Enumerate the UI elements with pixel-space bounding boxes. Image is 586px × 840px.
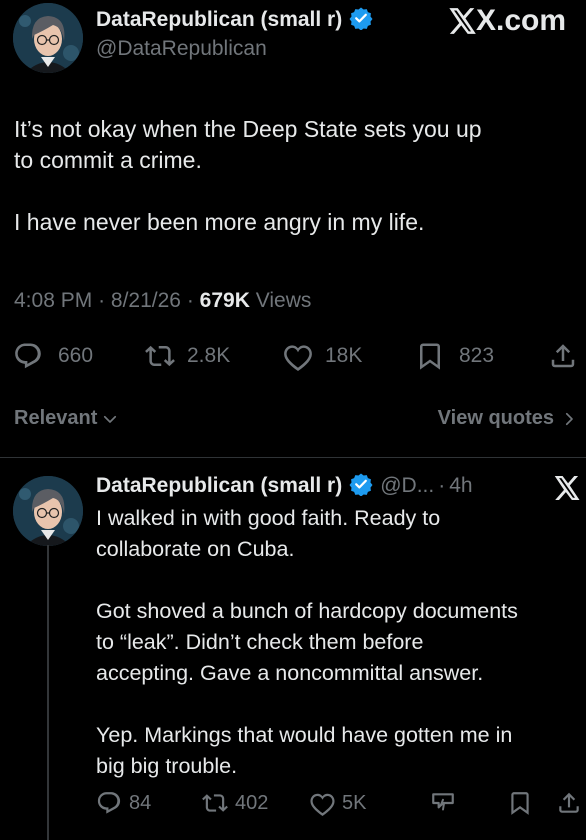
tweet-date[interactable]: 8/21/26 [111,289,181,312]
author-handle-line: @DataRepublican [96,36,267,62]
reply-count: 660 [58,344,94,367]
share-icon [551,344,575,368]
bookmark-icon [420,343,440,370]
tweet-text: It’s not okay when the Deep State sets y… [14,116,482,235]
bookmark-button[interactable]: 823 [415,341,494,371]
verified-badge-icon [349,6,373,35]
like-count: 18K [325,344,363,367]
reply-x-logo-icon [554,476,581,505]
x-com-label: X.com [475,4,566,37]
meta-separator: · [186,289,194,312]
grok-icon [432,793,454,811]
reply-repost-button[interactable]: 402 [202,789,268,817]
section-divider [0,457,586,458]
reply-display-name[interactable]: DataRepublican (small r) [96,474,342,498]
view-quotes-link[interactable]: View quotes [438,407,578,430]
x-com-watermark: X.com [449,4,566,38]
tweet-meta: 4:08 PM · 8/21/26 · 679K Views [14,289,311,313]
bookmark-count: 823 [459,344,495,367]
reply-like-button[interactable]: 5K [309,789,366,817]
verified-badge-icon [349,472,373,501]
reply-age[interactable]: 4h [449,474,472,498]
tweet-time[interactable]: 4:08 PM [14,289,92,312]
view-quotes-label: View quotes [437,407,554,429]
author-display-name[interactable]: DataRepublican (small r) [96,8,342,32]
thread-connector-line [47,545,49,840]
like-button[interactable]: 18K [282,341,362,371]
meta-separator: · [438,474,446,497]
reply-header: DataRepublican (small r) @D... · 4h [96,472,473,500]
chevron-right-icon [565,412,573,425]
views-count: 679K [199,289,250,312]
reply-repost-count: 402 [235,791,269,814]
grok-button[interactable] [430,789,456,817]
meta-separator: · [98,289,106,312]
sort-replies-dropdown[interactable]: Relevant [14,407,119,430]
heart-icon [310,793,335,816]
repost-count: 2.8K [187,344,231,367]
reply-icon [97,792,121,814]
share-button[interactable] [548,341,578,371]
repost-icon [202,794,228,812]
reply-reply-button[interactable]: 84 [96,789,151,817]
bookmark-icon [511,792,529,815]
reply-reply-count: 84 [129,791,152,814]
reply-bookmark-button[interactable] [507,789,533,817]
reply-icon [15,343,41,369]
share-icon [559,792,579,813]
author-handle[interactable]: @DataRepublican [96,37,267,61]
repost-button[interactable]: 2.8K [145,341,230,371]
reply-share-button[interactable] [556,789,582,817]
reply-button[interactable]: 660 [13,341,93,371]
reply-like-count: 5K [342,791,367,814]
repost-icon [145,345,175,367]
chevron-down-icon [104,415,117,423]
reply-handle[interactable]: @D... [380,474,434,498]
author-name-line: DataRepublican (small r) [96,6,373,34]
x-logo-icon [449,8,476,34]
reply-author-avatar[interactable] [13,476,83,546]
reply-text: I walked in with good faith. Ready to co… [96,506,518,778]
views-label: Views [255,289,312,312]
heart-icon [284,345,312,371]
sort-label: Relevant [14,407,98,429]
author-avatar[interactable] [13,3,83,73]
